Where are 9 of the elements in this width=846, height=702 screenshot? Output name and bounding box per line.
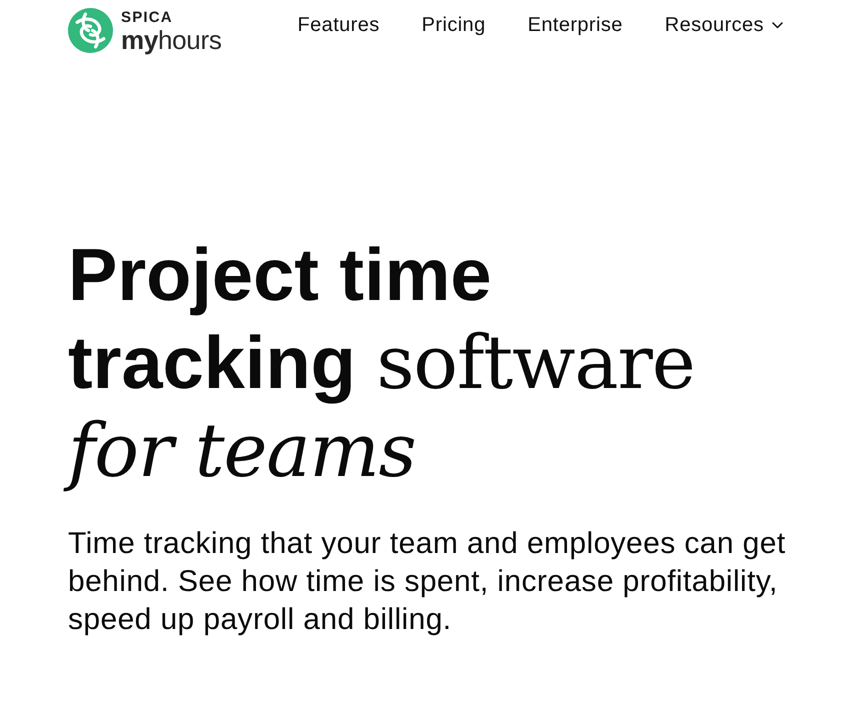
nav-link-item[interactable]: Enterprise [528,10,623,40]
brand-name: myhours [121,27,222,53]
hero-heading: Project time tracking software for teams [58,231,736,499]
nav-dropdown-link[interactable]: Resources [664,10,783,40]
chevron-down-icon[interactable] [772,22,783,28]
hero-description: Time tracking that your team and employees can get behind. See how time is spent, increase profitability, speed up payroll and billing. [68,526,787,638]
brand-small-text: SPICA [121,10,174,25]
nav-link-item[interactable]: Features [298,10,380,40]
nav-link-item[interactable]: Pricing [422,10,486,40]
